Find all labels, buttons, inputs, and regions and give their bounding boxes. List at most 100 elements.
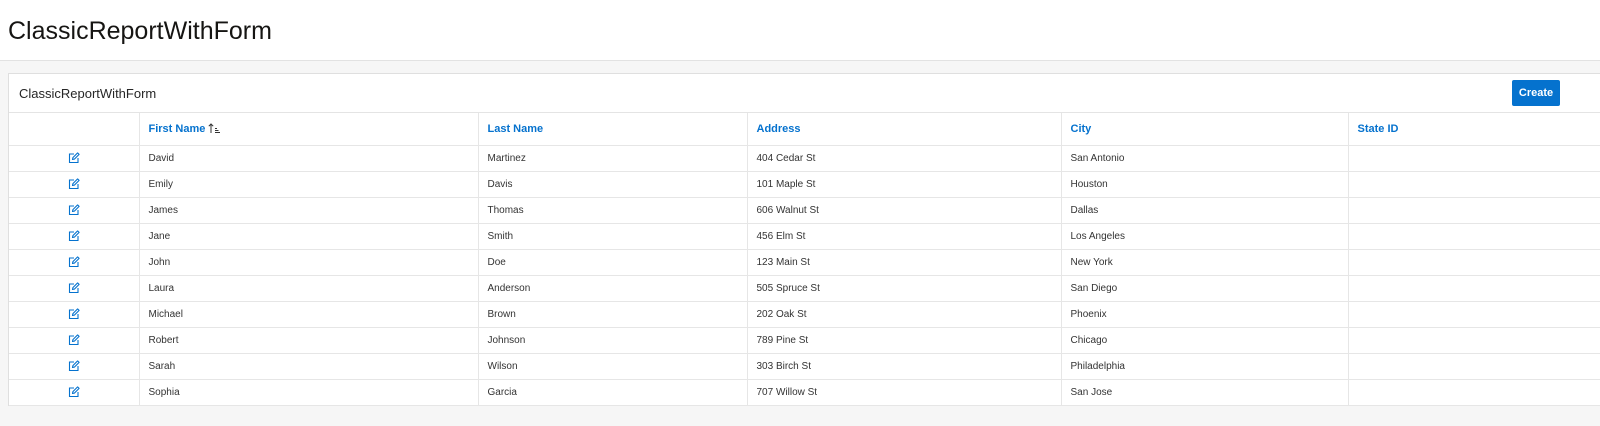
cell-state-id bbox=[1348, 249, 1600, 276]
column-header-label: City bbox=[1070, 122, 1092, 135]
edit-icon[interactable] bbox=[68, 178, 80, 190]
cell-city: Houston bbox=[1061, 171, 1349, 198]
cell-address: 101 Maple St bbox=[747, 171, 1062, 198]
cell-address: 404 Cedar St bbox=[747, 145, 1062, 172]
cell-address: 606 Walnut St bbox=[747, 197, 1062, 224]
cell-first-name: Laura bbox=[139, 275, 479, 302]
cell-last-name: Smith bbox=[478, 223, 748, 250]
region-header: ClassicReportWithForm Create bbox=[9, 74, 1600, 113]
cell-last-name: Martinez bbox=[478, 145, 748, 172]
cell-last-name: Doe bbox=[478, 249, 748, 276]
column-header-last-name[interactable]: Last Name bbox=[478, 113, 748, 146]
cell-state-id bbox=[1348, 197, 1600, 224]
cell-last-name: Brown bbox=[478, 301, 748, 328]
edit-cell bbox=[9, 275, 140, 302]
table-row: Sophia Garcia 707 Willow St San Jose bbox=[9, 379, 1600, 406]
cell-last-name: Wilson bbox=[478, 353, 748, 380]
report-body: David Martinez 404 Cedar St San Antonio Emil… bbox=[9, 145, 1600, 406]
column-header-label: Last Name bbox=[487, 122, 544, 135]
cell-city: San Diego bbox=[1061, 275, 1349, 302]
edit-icon[interactable] bbox=[68, 360, 80, 372]
cell-address: 707 Willow St bbox=[747, 379, 1062, 406]
edit-icon[interactable] bbox=[68, 308, 80, 320]
cell-last-name: Anderson bbox=[478, 275, 748, 302]
cell-city: Los Angeles bbox=[1061, 223, 1349, 250]
column-header-label: First Name bbox=[148, 122, 206, 135]
edit-icon[interactable] bbox=[68, 152, 80, 164]
cell-first-name: David bbox=[139, 145, 479, 172]
header-row: First Name Last Name Address City State ID bbox=[9, 113, 1600, 146]
edit-cell bbox=[9, 249, 140, 276]
cell-first-name: Emily bbox=[139, 171, 479, 198]
cell-address: 123 Main St bbox=[747, 249, 1062, 276]
page-header: ClassicReportWithForm bbox=[0, 0, 1600, 61]
cell-first-name: James bbox=[139, 197, 479, 224]
edit-cell bbox=[9, 379, 140, 406]
cell-state-id bbox=[1348, 327, 1600, 354]
table-row: Laura Anderson 505 Spruce St San Diego bbox=[9, 275, 1600, 302]
report-header: First Name Last Name Address City State ID bbox=[9, 113, 1600, 146]
cell-city: San Antonio bbox=[1061, 145, 1349, 172]
edit-icon[interactable] bbox=[68, 386, 80, 398]
cell-first-name: Robert bbox=[139, 327, 479, 354]
column-header-edit bbox=[9, 113, 140, 146]
edit-cell bbox=[9, 197, 140, 224]
cell-first-name: Sophia bbox=[139, 379, 479, 406]
column-header-city[interactable]: City bbox=[1061, 113, 1349, 146]
cell-first-name: Sarah bbox=[139, 353, 479, 380]
cell-last-name: Davis bbox=[478, 171, 748, 198]
column-header-label: Address bbox=[756, 122, 801, 135]
cell-address: 202 Oak St bbox=[747, 301, 1062, 328]
column-header-first-name[interactable]: First Name bbox=[139, 113, 479, 146]
cell-city: San Jose bbox=[1061, 379, 1349, 406]
cell-address: 789 Pine St bbox=[747, 327, 1062, 354]
region-title: ClassicReportWithForm bbox=[19, 86, 157, 101]
edit-cell bbox=[9, 223, 140, 250]
edit-icon[interactable] bbox=[68, 334, 80, 346]
cell-state-id bbox=[1348, 275, 1600, 302]
cell-last-name: Thomas bbox=[478, 197, 748, 224]
sort-ascending-icon bbox=[208, 123, 221, 134]
table-row: Sarah Wilson 303 Birch St Philadelphia bbox=[9, 353, 1600, 380]
edit-cell bbox=[9, 171, 140, 198]
edit-cell bbox=[9, 353, 140, 380]
cell-state-id bbox=[1348, 223, 1600, 250]
edit-icon[interactable] bbox=[68, 204, 80, 216]
cell-city: Phoenix bbox=[1061, 301, 1349, 328]
cell-state-id bbox=[1348, 353, 1600, 380]
table-row: Jane Smith 456 Elm St Los Angeles bbox=[9, 223, 1600, 250]
edit-icon[interactable] bbox=[68, 282, 80, 294]
cell-city: Dallas bbox=[1061, 197, 1349, 224]
column-header-address[interactable]: Address bbox=[747, 113, 1062, 146]
page-title: ClassicReportWithForm bbox=[8, 17, 272, 45]
cell-last-name: Garcia bbox=[478, 379, 748, 406]
cell-first-name: Michael bbox=[139, 301, 479, 328]
column-header-label: State ID bbox=[1357, 122, 1399, 135]
edit-icon[interactable] bbox=[68, 256, 80, 268]
column-header-state-id[interactable]: State ID bbox=[1348, 113, 1600, 146]
cell-city: Chicago bbox=[1061, 327, 1349, 354]
cell-state-id bbox=[1348, 145, 1600, 172]
cell-city: Philadelphia bbox=[1061, 353, 1349, 380]
cell-first-name: John bbox=[139, 249, 479, 276]
cell-address: 505 Spruce St bbox=[747, 275, 1062, 302]
edit-cell bbox=[9, 301, 140, 328]
table-row: James Thomas 606 Walnut St Dallas bbox=[9, 197, 1600, 224]
table-row: Michael Brown 202 Oak St Phoenix bbox=[9, 301, 1600, 328]
table-row: Robert Johnson 789 Pine St Chicago bbox=[9, 327, 1600, 354]
edit-icon[interactable] bbox=[68, 230, 80, 242]
report-region: ClassicReportWithForm Create First Name L… bbox=[8, 73, 1600, 406]
table-row: John Doe 123 Main St New York bbox=[9, 249, 1600, 276]
cell-address: 456 Elm St bbox=[747, 223, 1062, 250]
cell-address: 303 Birch St bbox=[747, 353, 1062, 380]
create-button[interactable]: Create bbox=[1512, 80, 1560, 106]
table-row: David Martinez 404 Cedar St San Antonio bbox=[9, 145, 1600, 172]
table-row: Emily Davis 101 Maple St Houston bbox=[9, 171, 1600, 198]
cell-last-name: Johnson bbox=[478, 327, 748, 354]
cell-city: New York bbox=[1061, 249, 1349, 276]
edit-cell bbox=[9, 327, 140, 354]
edit-cell bbox=[9, 145, 140, 172]
cell-state-id bbox=[1348, 171, 1600, 198]
cell-first-name: Jane bbox=[139, 223, 479, 250]
cell-state-id bbox=[1348, 379, 1600, 406]
